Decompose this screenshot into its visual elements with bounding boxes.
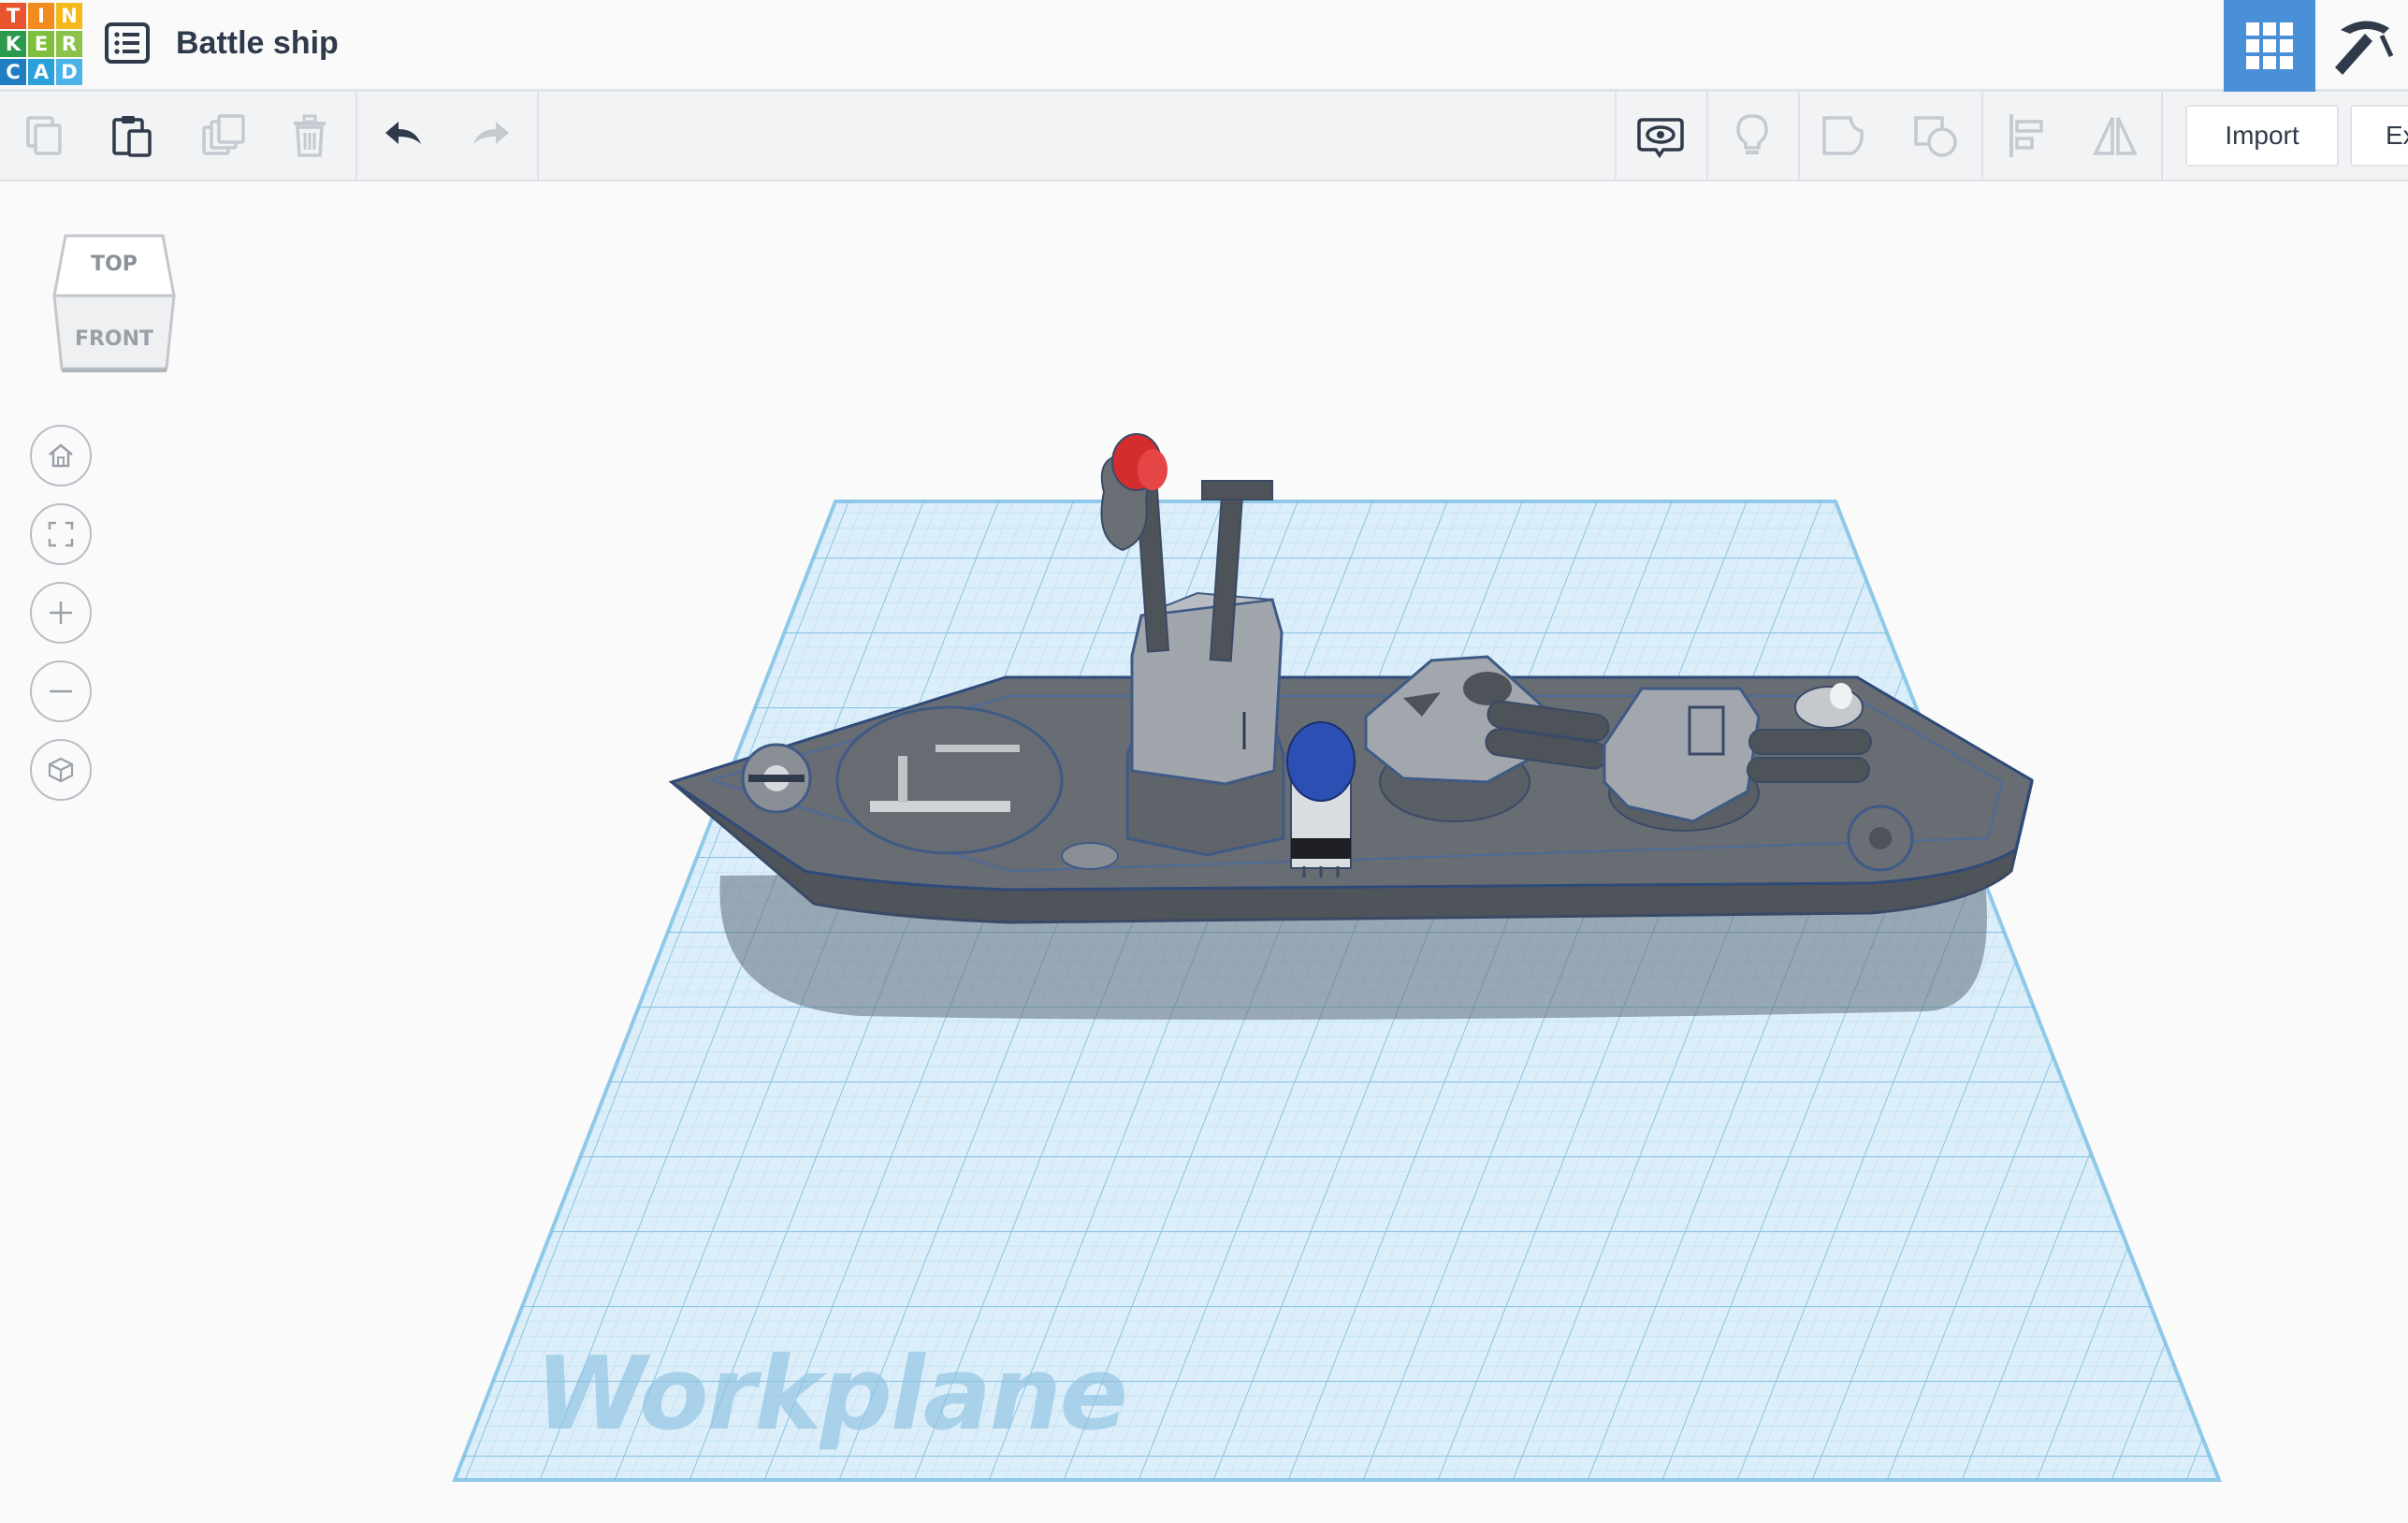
fit-view-icon: [48, 521, 74, 547]
export-button[interactable]: Ex: [2350, 105, 2408, 167]
projection-button[interactable]: [30, 739, 92, 801]
tinkercad-logo[interactable]: T I N K E R C A D: [0, 3, 82, 85]
view-cube-shape: [52, 234, 176, 372]
logo-letter: D: [56, 59, 82, 85]
redo-icon: [473, 122, 509, 144]
zoom-out-button[interactable]: [30, 660, 92, 722]
view-cube[interactable]: TOP FRONT: [49, 228, 180, 380]
logo-letter: N: [56, 3, 82, 29]
paste-button[interactable]: [88, 92, 176, 180]
mirror-icon: [2093, 117, 2138, 155]
design-list-button[interactable]: [103, 21, 152, 65]
logo-letter: T: [0, 3, 26, 29]
import-button[interactable]: Import: [2185, 105, 2339, 167]
logo-letter: R: [56, 31, 82, 57]
undo-button[interactable]: [359, 92, 447, 180]
zoom-in-button[interactable]: [30, 582, 92, 644]
toolbar-separator: [537, 92, 539, 180]
paste-icon: [112, 116, 152, 157]
view-cube-top-face[interactable]: TOP: [49, 253, 180, 276]
zoom-in-icon: [50, 602, 72, 624]
redo-button[interactable]: [447, 92, 535, 180]
top-bar: T I N K E R C A D Battle ship: [0, 0, 2408, 92]
design-title[interactable]: Battle ship: [176, 22, 339, 64]
logo-letter: K: [0, 31, 26, 57]
zoom-out-icon: [50, 689, 72, 693]
home-icon: [49, 443, 73, 468]
logo-letter: I: [28, 3, 54, 29]
3d-design-view-button[interactable]: [2224, 0, 2315, 92]
home-view-button[interactable]: [30, 425, 92, 486]
duplicate-icon: [202, 114, 245, 155]
show-all-icon: [1637, 118, 1684, 159]
duplicate-button[interactable]: [178, 92, 266, 180]
copy-button[interactable]: [0, 92, 88, 180]
align-button[interactable]: [1983, 92, 2071, 180]
mirror-button[interactable]: [2071, 92, 2159, 180]
edit-toolbar: Import Ex: [0, 92, 2408, 181]
scene: [452, 433, 2222, 1482]
3d-viewport[interactable]: Workplane TOP FRONT: [0, 183, 2408, 1523]
ungroup-button[interactable]: [1892, 92, 1980, 180]
undo-icon: [385, 122, 421, 144]
logo-letter: E: [28, 31, 54, 57]
toolbar-separator: [2161, 92, 2163, 180]
align-icon: [2009, 114, 2043, 157]
projection-icon: [48, 757, 74, 783]
delete-button[interactable]: [266, 92, 354, 180]
ungroup-icon: [1914, 116, 1957, 157]
pickaxe-icon: [2335, 21, 2394, 75]
show-all-button[interactable]: [1617, 92, 1704, 180]
list-icon: [105, 22, 150, 64]
blocks-view-button[interactable]: [2318, 0, 2408, 92]
toolbar-separator: [355, 92, 357, 180]
logo-letter: A: [28, 59, 54, 85]
hide-button[interactable]: [1708, 92, 1796, 180]
copy-icon: [26, 116, 62, 155]
delete-icon: [294, 114, 326, 157]
fit-view-button[interactable]: [30, 503, 92, 565]
view-cube-front-face[interactable]: FRONT: [49, 327, 180, 351]
logo-letter: C: [0, 59, 26, 85]
workplane-label: Workplane: [535, 1336, 1128, 1453]
lightbulb-icon: [1736, 114, 1768, 154]
group-icon: [1822, 116, 1864, 155]
group-button[interactable]: [1800, 92, 1888, 180]
grid-view-icon: [2246, 22, 2293, 69]
